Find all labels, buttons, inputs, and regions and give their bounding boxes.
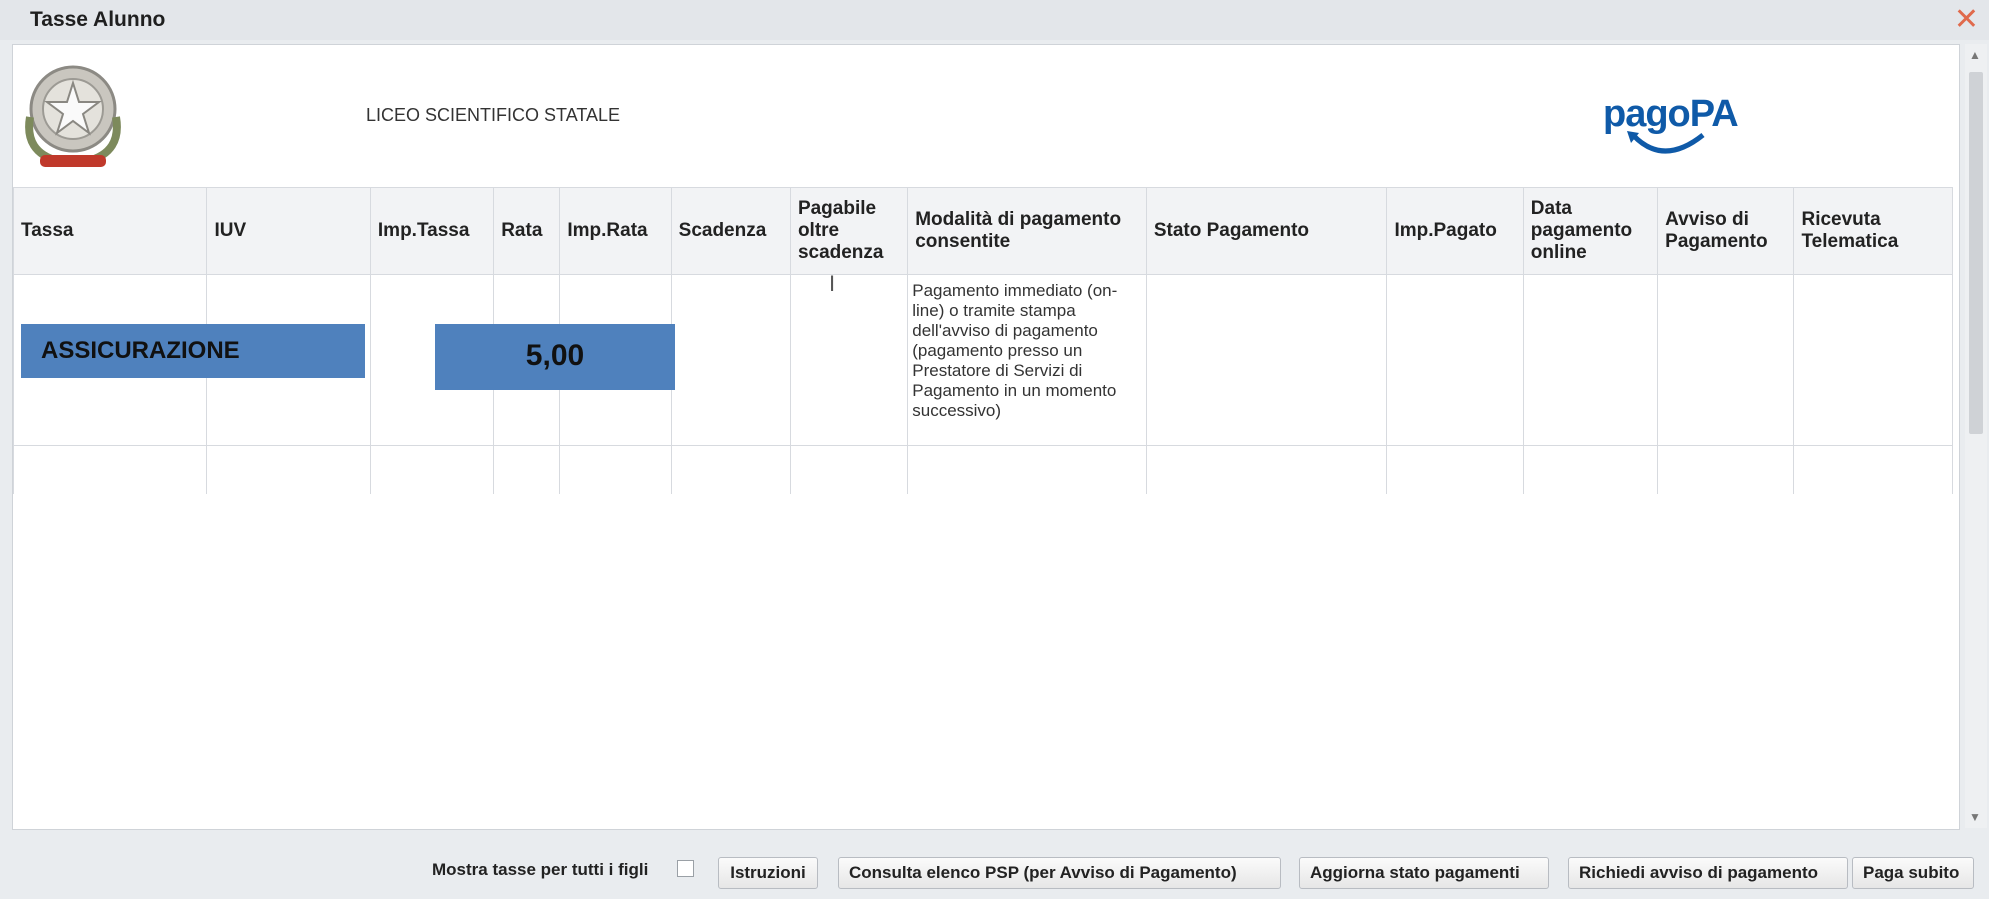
column-header: Tassa bbox=[13, 187, 208, 275]
school-header: LICEO SCIENTIFICO STATALE pagoPA bbox=[13, 45, 1959, 185]
dialog-footer: Mostra tasse per tutti i figli Istruzion… bbox=[0, 830, 1989, 899]
column-header: Avviso di Pagamento bbox=[1657, 187, 1795, 275]
column-header: IUV bbox=[206, 187, 371, 275]
column-header: Imp.Pagato bbox=[1386, 187, 1524, 275]
cell-stato bbox=[1145, 274, 1388, 446]
istruzioni-button[interactable]: Istruzioni bbox=[718, 857, 818, 889]
show-all-children-label: Mostra tasse per tutti i figli bbox=[432, 860, 649, 879]
text-cursor-icon: I bbox=[829, 271, 836, 296]
dialog-content: LICEO SCIENTIFICO STATALE pagoPA Tassa I… bbox=[12, 44, 1960, 830]
cell-avviso[interactable] bbox=[1657, 274, 1795, 446]
column-header: Stato Pagamento bbox=[1145, 187, 1388, 275]
show-all-children-checkbox[interactable] bbox=[677, 860, 694, 877]
cell-pagabile bbox=[789, 274, 909, 446]
cell-data-pagamento bbox=[1522, 274, 1659, 446]
scroll-down-icon[interactable]: ▼ bbox=[1969, 810, 1981, 824]
table-row bbox=[13, 445, 1953, 494]
paga-subito-button[interactable]: Paga subito bbox=[1852, 857, 1974, 889]
richiedi-avviso-button[interactable]: Richiedi avviso di pagamento bbox=[1568, 857, 1848, 889]
scroll-thumb[interactable] bbox=[1969, 72, 1983, 434]
column-header: Data pagamento online bbox=[1522, 187, 1659, 275]
column-header: Imp.Tassa bbox=[369, 187, 495, 275]
column-header: Ricevuta Telematica bbox=[1793, 187, 1953, 275]
cell-ricevuta[interactable] bbox=[1793, 274, 1953, 446]
tassa-amount: 5,00 bbox=[525, 339, 585, 372]
amount-highlight: 5,00 bbox=[435, 324, 675, 390]
italian-republic-emblem-icon bbox=[25, 65, 121, 167]
column-header: Scadenza bbox=[670, 187, 791, 275]
column-header: Modalità di pagamento consentite bbox=[907, 187, 1147, 275]
cell-scadenza bbox=[670, 274, 791, 446]
consulta-psp-button[interactable]: Consulta elenco PSP (per Avviso di Pagam… bbox=[838, 857, 1281, 889]
pagopa-logo-icon: pagoPA bbox=[1603, 93, 1739, 163]
dialog-title: Tasse Alunno bbox=[30, 8, 166, 31]
tassa-name: ASSICURAZIONE bbox=[41, 337, 240, 364]
aggiorna-stato-button[interactable]: Aggiorna stato pagamenti bbox=[1299, 857, 1549, 889]
close-icon[interactable]: ✕ bbox=[1954, 2, 1979, 37]
dialog-titlebar: Tasse Alunno ✕ bbox=[0, 0, 1989, 40]
vertical-scrollbar[interactable]: ▲ ▼ bbox=[1965, 44, 1987, 828]
school-name: LICEO SCIENTIFICO STATALE bbox=[366, 105, 621, 125]
table-header-row: Tassa IUV Imp.Tassa Rata Imp.Rata Scaden… bbox=[13, 187, 1953, 275]
column-header: Rata bbox=[493, 187, 561, 275]
pagopa-arc-icon bbox=[1627, 131, 1705, 154]
scroll-up-icon[interactable]: ▲ bbox=[1969, 48, 1981, 62]
column-header: Pagabile oltre scadenza bbox=[789, 187, 909, 275]
column-header: Imp.Rata bbox=[559, 187, 672, 275]
cell-modalita: Pagamento immediato (on-line) o tramite … bbox=[907, 274, 1147, 446]
cell-imp-pagato bbox=[1386, 274, 1524, 446]
tassa-highlight: ASSICURAZIONE bbox=[21, 324, 365, 378]
